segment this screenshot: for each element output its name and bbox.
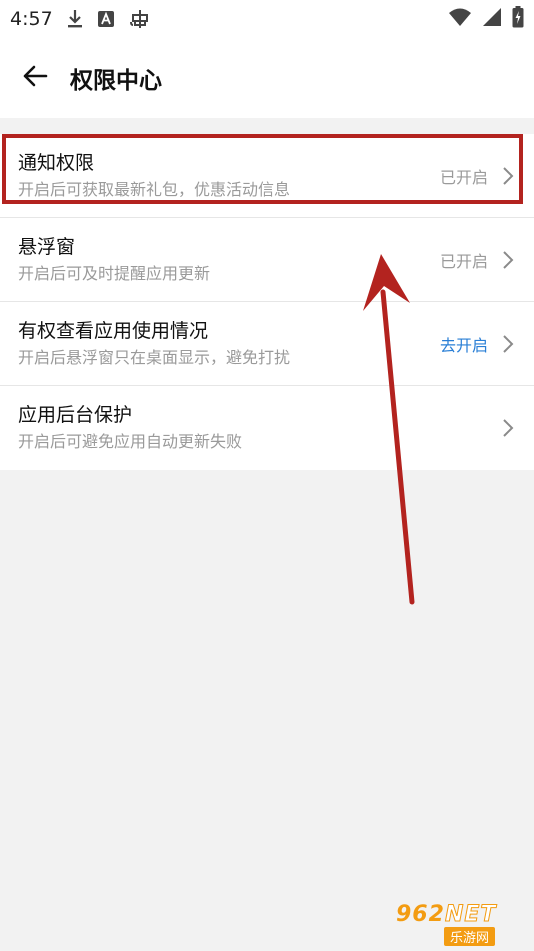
status-bar: 4:57 bbox=[0, 0, 534, 38]
permission-item-notification[interactable]: 通知权限 开启后可获取最新礼包，优惠活动信息 已开启 bbox=[0, 134, 534, 218]
permission-title: 通知权限 bbox=[18, 151, 95, 174]
permission-title: 悬浮窗 bbox=[18, 235, 76, 258]
permission-list: 通知权限 开启后可获取最新礼包，优惠活动信息 已开启 悬浮窗 开启后可及时提醒应… bbox=[0, 134, 534, 470]
chevron-right-icon bbox=[502, 166, 516, 186]
bug-icon bbox=[129, 8, 151, 30]
signal-icon bbox=[482, 7, 502, 32]
permission-status: 已开启 bbox=[439, 251, 488, 271]
permission-item-background-protection[interactable]: 应用后台保护 开启后可避免应用自动更新失败 bbox=[0, 386, 534, 470]
app-bar: 权限中心 bbox=[0, 38, 534, 118]
permission-desc: 开启后可及时提醒应用更新 bbox=[18, 263, 211, 283]
permission-item-usage-access[interactable]: 有权查看应用使用情况 开启后悬浮窗只在桌面显示，避免打扰 去开启 bbox=[0, 302, 534, 386]
arrow-left-icon bbox=[22, 65, 48, 91]
permission-desc: 开启后悬浮窗只在桌面显示，避免打扰 bbox=[18, 347, 291, 367]
watermark-logo: 962NET 乐游网 bbox=[396, 902, 530, 946]
status-right-icons bbox=[448, 5, 524, 33]
chevron-right-icon bbox=[502, 418, 516, 438]
watermark-suffix: NET bbox=[444, 901, 497, 927]
permission-title: 应用后台保护 bbox=[18, 404, 133, 426]
status-time: 4:57 bbox=[10, 8, 53, 30]
permission-status[interactable]: 去开启 bbox=[440, 332, 488, 356]
watermark-number: 962 bbox=[396, 901, 445, 927]
page-title: 权限中心 bbox=[70, 68, 162, 94]
download-icon bbox=[67, 9, 83, 29]
wifi-icon bbox=[448, 7, 472, 32]
back-button[interactable] bbox=[0, 38, 70, 118]
permission-desc: 开启后可获取最新礼包，优惠活动信息 bbox=[18, 179, 291, 199]
watermark-caption: 乐游网 bbox=[444, 926, 496, 946]
permission-status: 已开启 bbox=[439, 167, 488, 187]
chevron-right-icon bbox=[502, 250, 516, 270]
chevron-right-icon bbox=[502, 334, 516, 354]
a-badge-icon bbox=[97, 10, 115, 28]
permission-item-floating-window[interactable]: 悬浮窗 开启后可及时提醒应用更新 已开启 bbox=[0, 218, 534, 302]
battery-charging-icon bbox=[512, 5, 524, 33]
permission-title: 有权查看应用使用情况 bbox=[18, 319, 209, 342]
permission-desc: 开启后可避免应用自动更新失败 bbox=[18, 432, 243, 451]
